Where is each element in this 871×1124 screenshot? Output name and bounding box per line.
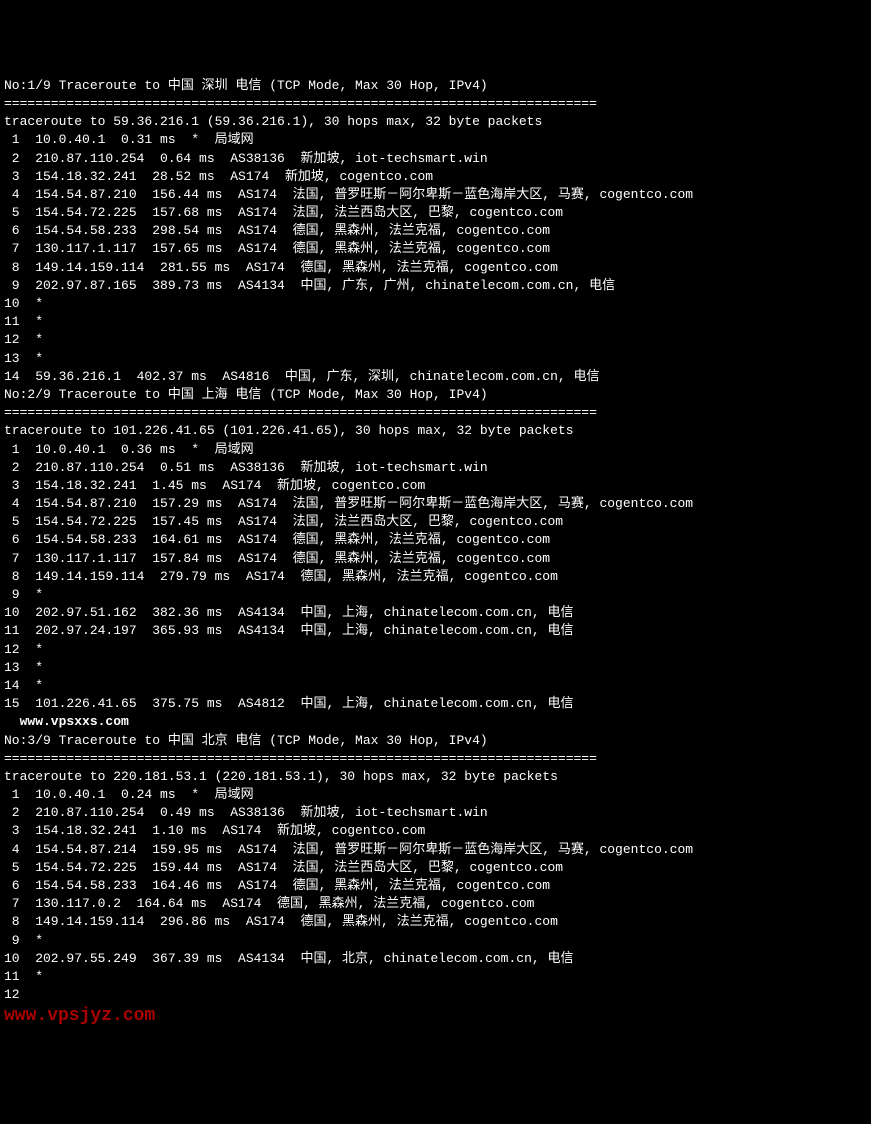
terminal-line: 11 * [4, 968, 867, 986]
terminal-line: ========================================… [4, 95, 867, 113]
watermark-text: www.vpsxxs.com [4, 713, 867, 731]
terminal-line: 8 149.14.159.114 281.55 ms AS174 德国, 黑森州… [4, 259, 867, 277]
terminal-output: No:1/9 Traceroute to 中国 深圳 电信 (TCP Mode,… [4, 77, 867, 1030]
terminal-line: 6 154.54.58.233 164.46 ms AS174 德国, 黑森州,… [4, 877, 867, 895]
terminal-line: 1 10.0.40.1 0.36 ms * 局域网 [4, 441, 867, 459]
terminal-line: 13 * [4, 350, 867, 368]
terminal-line: 10 202.97.55.249 367.39 ms AS4134 中国, 北京… [4, 950, 867, 968]
terminal-line: ========================================… [4, 404, 867, 422]
terminal-line: 3 154.18.32.241 1.45 ms AS174 新加坡, cogen… [4, 477, 867, 495]
terminal-line: 12 * [4, 641, 867, 659]
terminal-line: 9 * [4, 932, 867, 950]
terminal-line: 3 154.18.32.241 1.10 ms AS174 新加坡, cogen… [4, 822, 867, 840]
terminal-line: 1 10.0.40.1 0.24 ms * 局域网 [4, 786, 867, 804]
terminal-line: traceroute to 101.226.41.65 (101.226.41.… [4, 422, 867, 440]
terminal-line: traceroute to 59.36.216.1 (59.36.216.1),… [4, 113, 867, 131]
terminal-line: 9 * [4, 586, 867, 604]
terminal-line: 8 149.14.159.114 296.86 ms AS174 德国, 黑森州… [4, 913, 867, 931]
terminal-line: 13 * [4, 659, 867, 677]
terminal-line: 12 * [4, 331, 867, 349]
terminal-line: ========================================… [4, 750, 867, 768]
terminal-line: 6 154.54.58.233 164.61 ms AS174 德国, 黑森州,… [4, 531, 867, 549]
terminal-line: 11 * [4, 313, 867, 331]
terminal-line: 5 154.54.72.225 159.44 ms AS174 法国, 法兰西岛… [4, 859, 867, 877]
terminal-line: 2 210.87.110.254 0.49 ms AS38136 新加坡, io… [4, 804, 867, 822]
terminal-line: 6 154.54.58.233 298.54 ms AS174 德国, 黑森州,… [4, 222, 867, 240]
terminal-line: 12 [4, 986, 867, 1004]
terminal-line: 7 130.117.0.2 164.64 ms AS174 德国, 黑森州, 法… [4, 895, 867, 913]
terminal-line: 14 59.36.216.1 402.37 ms AS4816 中国, 广东, … [4, 368, 867, 386]
terminal-line: 3 154.18.32.241 28.52 ms AS174 新加坡, coge… [4, 168, 867, 186]
terminal-line: 7 130.117.1.117 157.84 ms AS174 德国, 黑森州,… [4, 550, 867, 568]
terminal-line: 10 202.97.51.162 382.36 ms AS4134 中国, 上海… [4, 604, 867, 622]
terminal-line: 11 202.97.24.197 365.93 ms AS4134 中国, 上海… [4, 622, 867, 640]
terminal-line: 5 154.54.72.225 157.68 ms AS174 法国, 法兰西岛… [4, 204, 867, 222]
terminal-line: 7 130.117.1.117 157.65 ms AS174 德国, 黑森州,… [4, 240, 867, 258]
terminal-line: 14 * [4, 677, 867, 695]
terminal-line: 8 149.14.159.114 279.79 ms AS174 德国, 黑森州… [4, 568, 867, 586]
terminal-line: 10 * [4, 295, 867, 313]
terminal-line: 5 154.54.72.225 157.45 ms AS174 法国, 法兰西岛… [4, 513, 867, 531]
terminal-line: 1 10.0.40.1 0.31 ms * 局域网 [4, 131, 867, 149]
terminal-line: 4 154.54.87.210 156.44 ms AS174 法国, 普罗旺斯… [4, 186, 867, 204]
terminal-line: No:3/9 Traceroute to 中国 北京 电信 (TCP Mode,… [4, 732, 867, 750]
terminal-line: 2 210.87.110.254 0.51 ms AS38136 新加坡, io… [4, 459, 867, 477]
terminal-line: 15 101.226.41.65 375.75 ms AS4812 中国, 上海… [4, 695, 867, 713]
terminal-line: 9 202.97.87.165 389.73 ms AS4134 中国, 广东,… [4, 277, 867, 295]
terminal-line: No:2/9 Traceroute to 中国 上海 电信 (TCP Mode,… [4, 386, 867, 404]
watermark-text-bottom: www.vpsjyz.com [4, 1004, 867, 1029]
terminal-line: 4 154.54.87.210 157.29 ms AS174 法国, 普罗旺斯… [4, 495, 867, 513]
terminal-line: traceroute to 220.181.53.1 (220.181.53.1… [4, 768, 867, 786]
terminal-line: No:1/9 Traceroute to 中国 深圳 电信 (TCP Mode,… [4, 77, 867, 95]
terminal-line: 4 154.54.87.214 159.95 ms AS174 法国, 普罗旺斯… [4, 841, 867, 859]
terminal-line: 2 210.87.110.254 0.64 ms AS38136 新加坡, io… [4, 150, 867, 168]
